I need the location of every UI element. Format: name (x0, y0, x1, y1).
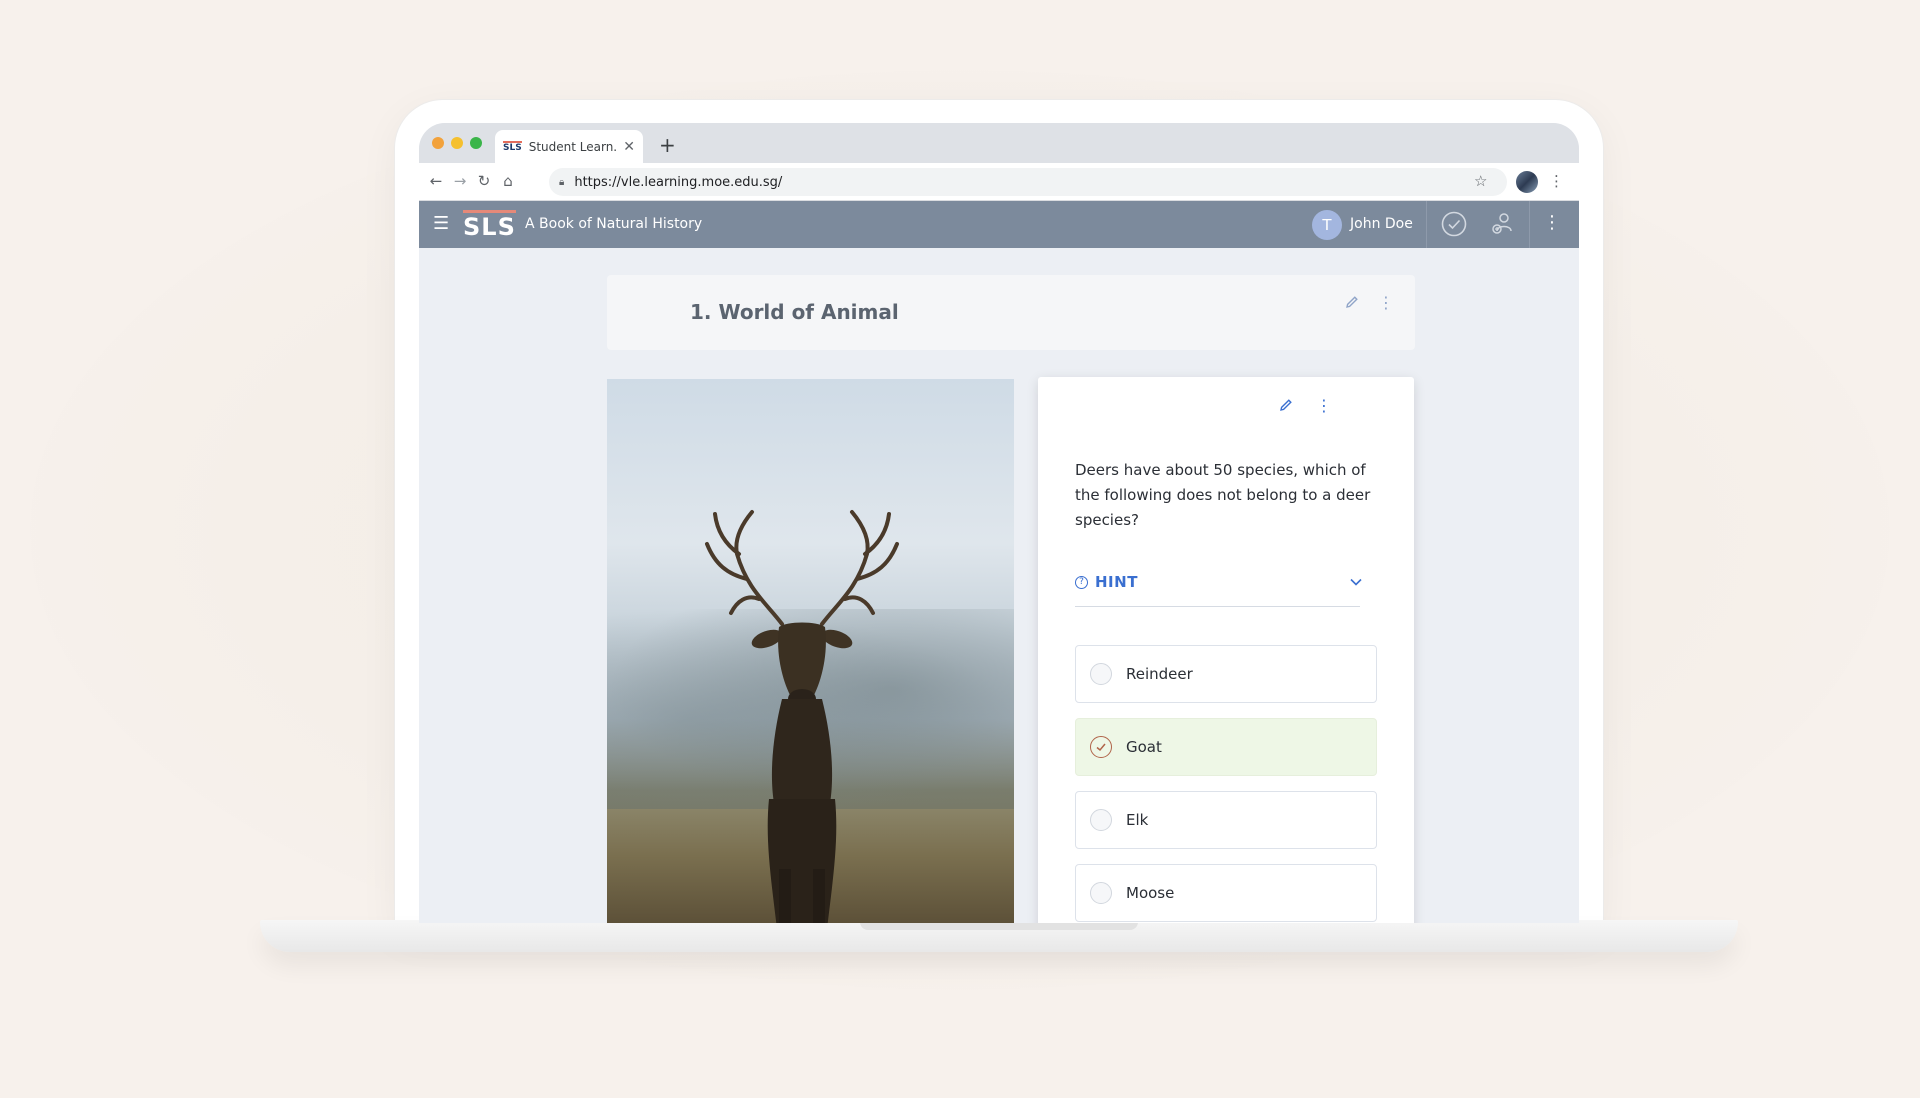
new-tab-icon[interactable]: + (659, 133, 676, 157)
kebab-icon[interactable]: ⋮ (1543, 212, 1561, 233)
answer-option[interactable]: Reindeer (1075, 645, 1377, 703)
hint-label: HINT (1095, 573, 1138, 591)
tab-title: Student Learn... (528, 139, 618, 154)
url-text: https://vle.learning.moe.edu.sg/ (574, 174, 783, 190)
edit-icon[interactable] (1278, 397, 1294, 413)
window-minimize-button[interactable] (451, 137, 463, 149)
tab-close-icon[interactable]: ✕ (623, 139, 635, 155)
divider (1529, 201, 1530, 248)
answer-option[interactable]: Elk (1075, 791, 1377, 849)
deer-illustration (705, 510, 899, 923)
window-maximize-button[interactable] (470, 137, 482, 149)
browser-menu-icon[interactable]: ⋮ (1549, 172, 1564, 190)
address-bar[interactable]: 🔒︎ https://vle.learning.moe.edu.sg/ (549, 168, 1507, 196)
tab-favicon: SLS (503, 140, 522, 153)
forward-icon[interactable]: → (451, 172, 469, 190)
menu-icon[interactable]: ☰ (433, 213, 449, 234)
laptop-notch (860, 922, 1138, 930)
radio-button[interactable] (1090, 882, 1112, 904)
star-icon[interactable]: ☆ (1474, 172, 1487, 190)
window-close-button[interactable] (432, 137, 444, 149)
back-icon[interactable]: ← (427, 172, 445, 190)
reload-icon[interactable]: ↻ (475, 172, 493, 190)
hint-toggle[interactable]: ? HINT (1075, 573, 1363, 607)
kebab-icon[interactable]: ⋮ (1378, 295, 1394, 311)
option-label: Elk (1126, 811, 1149, 829)
laptop-screen: SLS Student Learn... ✕ + ← → ↻ ⌂ 🔒︎ http… (419, 123, 1579, 923)
radio-checked-icon[interactable] (1090, 736, 1112, 758)
edit-icon[interactable] (1344, 294, 1360, 310)
main-content: 1. World of Animal ⋮ ⋮ Deers have about … (419, 248, 1579, 923)
section-header-card: 1. World of Animal ⋮ (607, 275, 1415, 350)
app-title: A Book of Natural History (525, 216, 703, 232)
people-icon[interactable] (1488, 210, 1516, 238)
home-icon[interactable]: ⌂ (499, 172, 517, 190)
profile-avatar[interactable] (1516, 171, 1538, 193)
browser-tabstrip: SLS Student Learn... ✕ + (419, 123, 1579, 163)
question-card: ⋮ Deers have about 50 species, which of … (1038, 377, 1414, 923)
deer-photo (607, 379, 1014, 923)
user-avatar[interactable]: T (1312, 210, 1342, 240)
chevron-down-icon[interactable] (1349, 575, 1363, 589)
radio-button[interactable] (1090, 663, 1112, 685)
app-header: ☰ SLS A Book of Natural History T John D… (419, 201, 1579, 248)
answer-option[interactable]: Moose (1075, 864, 1377, 922)
browser-tab[interactable]: SLS Student Learn... ✕ (495, 130, 643, 163)
user-name[interactable]: John Doe (1350, 216, 1413, 232)
sls-logo[interactable]: SLS (463, 210, 516, 240)
kebab-icon[interactable]: ⋮ (1316, 398, 1332, 414)
section-title: 1. World of Animal (690, 300, 899, 324)
divider (1426, 201, 1427, 248)
check-circle-icon[interactable] (1440, 210, 1468, 238)
lock-icon: 🔒︎ (559, 176, 565, 188)
option-label: Goat (1126, 738, 1162, 756)
answer-option-selected[interactable]: Goat (1075, 718, 1377, 776)
option-label: Moose (1126, 884, 1175, 902)
browser-toolbar: ← → ↻ ⌂ 🔒︎ https://vle.learning.moe.edu.… (419, 163, 1579, 201)
radio-button[interactable] (1090, 809, 1112, 831)
option-label: Reindeer (1126, 665, 1193, 683)
question-text: Deers have about 50 species, which of th… (1075, 461, 1371, 529)
check-icon (1096, 743, 1106, 752)
help-icon: ? (1075, 576, 1088, 589)
